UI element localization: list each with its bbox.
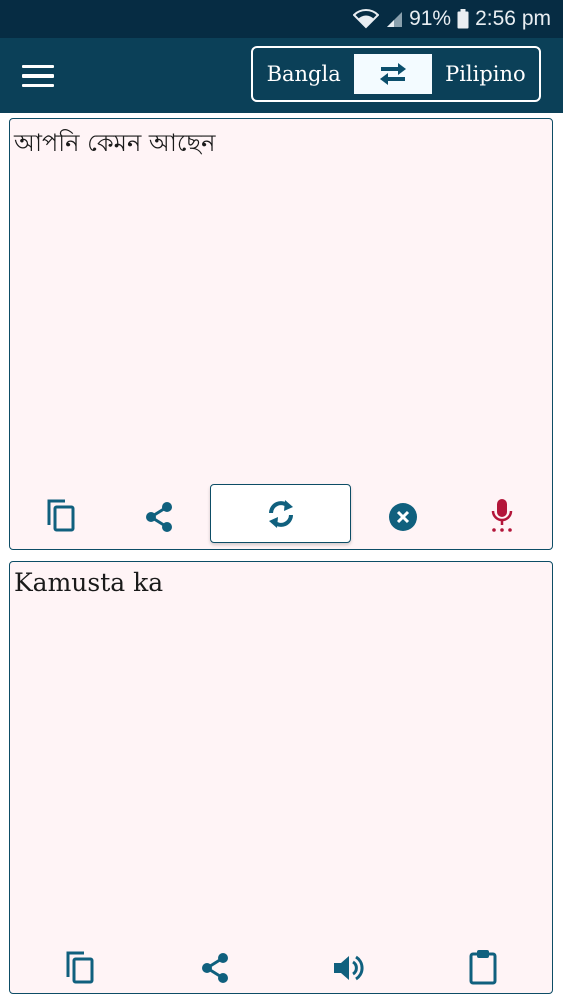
battery-percent: 91% bbox=[409, 7, 452, 30]
swap-languages-button[interactable] bbox=[354, 54, 432, 94]
clipboard-icon bbox=[469, 950, 497, 985]
share-output-button[interactable] bbox=[192, 945, 238, 991]
menu-icon[interactable] bbox=[22, 58, 66, 94]
status-icons: 91% 2:56 pm bbox=[353, 0, 551, 38]
source-language-button[interactable]: Bangla bbox=[253, 62, 354, 86]
language-selector: Bangla Pilipino bbox=[251, 46, 541, 102]
copy-icon bbox=[47, 499, 75, 532]
clear-icon bbox=[389, 503, 417, 531]
status-bar: 91% 2:56 pm bbox=[0, 0, 563, 38]
translate-button[interactable] bbox=[210, 484, 351, 543]
share-input-button[interactable] bbox=[136, 494, 182, 540]
battery-icon bbox=[457, 9, 469, 29]
input-panel: আপনি কেমন আছেন bbox=[9, 118, 553, 550]
voice-input-button[interactable] bbox=[479, 493, 525, 539]
target-language-button[interactable]: Pilipino bbox=[432, 62, 539, 86]
paste-output-button[interactable] bbox=[460, 944, 506, 990]
translated-text: Kamusta ka bbox=[14, 568, 164, 597]
share-icon bbox=[202, 953, 228, 983]
microphone-icon bbox=[491, 499, 513, 532]
output-panel: Kamusta ka bbox=[9, 561, 553, 994]
app-toolbar: Bangla Pilipino bbox=[0, 38, 563, 113]
speak-output-button[interactable] bbox=[325, 945, 371, 991]
clock: 2:56 pm bbox=[475, 7, 551, 30]
signal-icon bbox=[387, 12, 403, 27]
speaker-icon bbox=[334, 955, 364, 981]
copy-icon bbox=[66, 951, 94, 984]
wifi-icon bbox=[353, 9, 380, 29]
clear-input-button[interactable] bbox=[380, 494, 426, 540]
share-icon bbox=[146, 502, 172, 532]
translate-refresh-icon bbox=[268, 499, 293, 528]
source-text-input[interactable]: আপনি কেমন আছেন bbox=[14, 125, 548, 165]
copy-input-button[interactable] bbox=[38, 492, 84, 538]
swap-arrows-icon bbox=[380, 63, 407, 85]
copy-output-button[interactable] bbox=[57, 944, 103, 990]
